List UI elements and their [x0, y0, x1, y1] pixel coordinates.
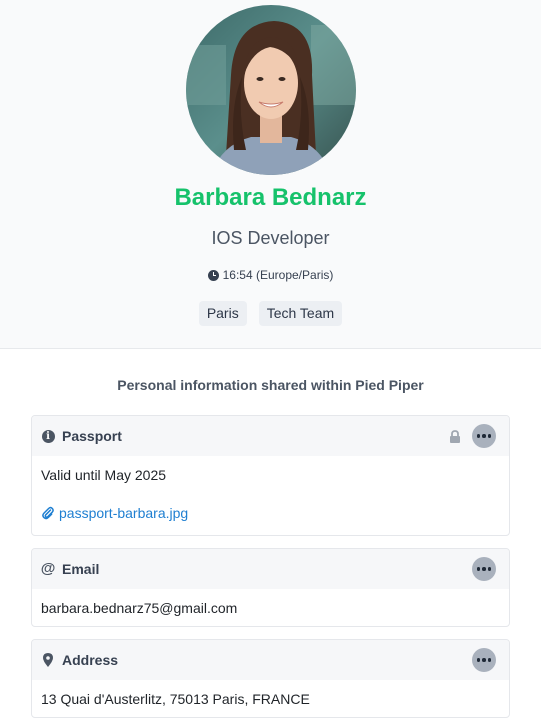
passport-attachment-name: passport-barbara.jpg	[59, 505, 189, 521]
email-card: @ Email barbara.bednarz75@gmail.com	[31, 548, 510, 627]
address-card-body: 13 Quai d'Austerlitz, 75013 Paris, FRANC…	[32, 680, 509, 717]
info-icon: i	[41, 429, 55, 443]
tag-location[interactable]: Paris	[198, 301, 247, 326]
email-card-header: @ Email	[32, 549, 509, 589]
profile-name: Barbara Bednarz	[174, 184, 367, 211]
profile-header: Barbara Bednarz IOS Developer 16:54 (Eur…	[0, 0, 541, 349]
tag-list: Paris Tech Team	[0, 301, 541, 326]
map-marker-icon	[41, 653, 55, 667]
lock-icon	[448, 429, 462, 443]
passport-value: Valid until May 2025	[41, 467, 167, 483]
tag-team[interactable]: Tech Team	[258, 301, 343, 326]
email-more-button[interactable]	[472, 557, 496, 581]
address-value: 13 Quai d'Austerlitz, 75013 Paris, FRANC…	[41, 691, 310, 707]
passport-title: Passport	[62, 428, 122, 444]
passport-card-header: i Passport	[32, 416, 509, 456]
email-value: barbara.bednarz75@gmail.com	[41, 600, 238, 616]
clock-icon	[207, 269, 219, 281]
passport-card: i Passport Valid until May 2025 passport…	[31, 415, 510, 536]
address-more-button[interactable]	[472, 648, 496, 672]
passport-attachment-link[interactable]: passport-barbara.jpg	[41, 505, 500, 521]
email-title: Email	[62, 561, 100, 577]
at-icon: @	[40, 560, 56, 577]
passport-more-button[interactable]	[472, 424, 496, 448]
local-time: 16:54 (Europe/Paris)	[0, 268, 541, 282]
paperclip-icon	[41, 506, 55, 520]
avatar	[186, 5, 356, 175]
address-card-header: Address	[32, 640, 509, 680]
section-title: Personal information shared within Pied …	[117, 377, 424, 393]
address-title: Address	[62, 652, 119, 668]
profile-role: IOS Developer	[211, 228, 330, 248]
local-time-text: 16:54 (Europe/Paris)	[222, 268, 334, 282]
passport-card-body: Valid until May 2025 passport-barbara.jp…	[32, 456, 509, 532]
email-card-body: barbara.bednarz75@gmail.com	[32, 589, 509, 626]
address-card: Address 13 Quai d'Austerlitz, 75013 Pari…	[31, 639, 510, 718]
